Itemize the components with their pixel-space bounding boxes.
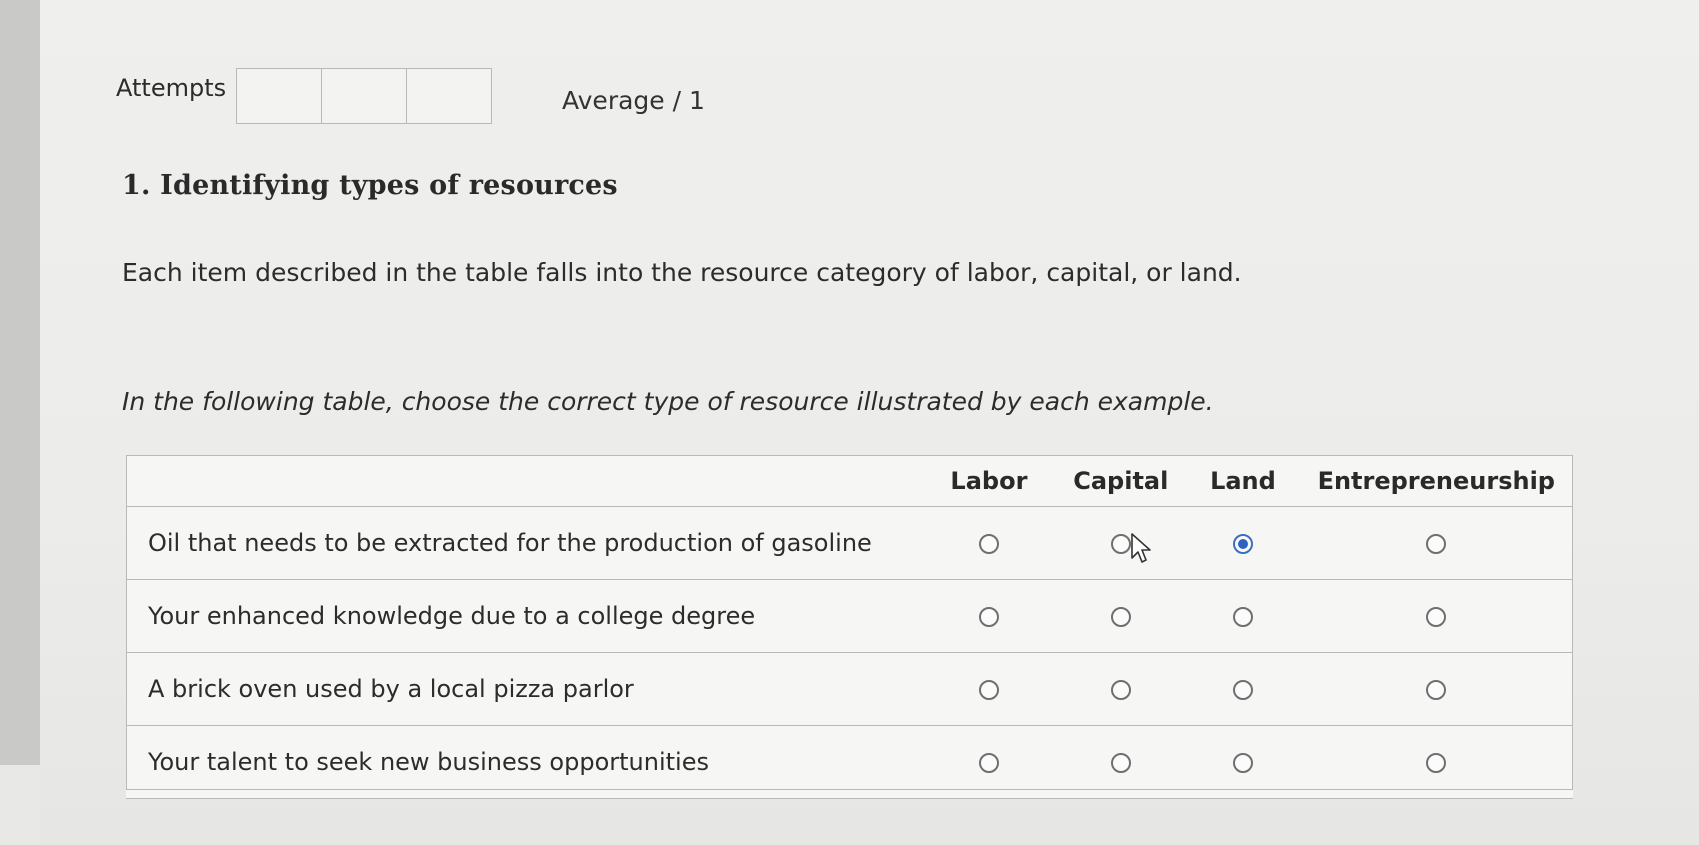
radio-cell-land	[1186, 579, 1300, 653]
radio-labor-row-2[interactable]	[978, 607, 999, 627]
radio-cell-entrepreneurship	[1299, 725, 1573, 799]
radio-labor-row-3[interactable]	[978, 680, 999, 700]
radio-cell-labor	[922, 652, 1056, 726]
row-item-label: Your enhanced knowledge due to a college…	[126, 579, 923, 653]
radio-cell-entrepreneurship	[1299, 506, 1573, 580]
radio-land-row-3[interactable]	[1232, 680, 1253, 700]
question-intro: Each item described in the table falls i…	[122, 258, 1242, 287]
header-labor: Labor	[922, 455, 1056, 507]
radio-land-row-4[interactable]	[1232, 753, 1253, 773]
radio-cell-labor	[922, 579, 1056, 653]
radio-capital-row-2[interactable]	[1110, 607, 1131, 627]
radio-land-row-1[interactable]	[1232, 534, 1253, 554]
header-entrepreneurship: Entrepreneurship	[1299, 455, 1573, 507]
radio-cell-labor	[922, 725, 1056, 799]
radio-cell-land	[1186, 725, 1300, 799]
question-title: 1. Identifying types of resources	[122, 170, 618, 201]
attempt-box-3	[407, 69, 492, 123]
radio-entrepreneurship-row-3[interactable]	[1426, 680, 1447, 700]
attempt-box-2	[322, 69, 408, 123]
row-item-label: Your talent to seek new business opportu…	[126, 725, 923, 799]
table-header-row: Labor Capital Land Entrepreneurship	[126, 455, 1573, 507]
radio-cell-entrepreneurship	[1299, 652, 1573, 726]
left-edge-strip	[0, 0, 40, 765]
radio-cell-labor	[922, 506, 1056, 580]
radio-cell-land	[1186, 652, 1300, 726]
attempt-box-1	[237, 69, 323, 123]
radio-cell-capital	[1055, 652, 1187, 726]
table-row: Your talent to seek new business opportu…	[126, 725, 1573, 799]
mouse-pointer-icon	[1131, 533, 1151, 563]
radio-capital-row-1[interactable]	[1110, 534, 1131, 554]
radio-entrepreneurship-row-4[interactable]	[1426, 753, 1447, 773]
table-row: Your enhanced knowledge due to a college…	[126, 579, 1573, 653]
radio-land-row-2[interactable]	[1232, 607, 1253, 627]
radio-cell-entrepreneurship	[1299, 579, 1573, 653]
radio-cell-capital	[1055, 506, 1187, 580]
radio-cell-capital	[1055, 579, 1187, 653]
radio-entrepreneurship-row-2[interactable]	[1426, 607, 1447, 627]
attempts-label: Attempts	[116, 74, 227, 102]
row-item-label: Oil that needs to be extracted for the p…	[126, 506, 923, 580]
row-item-label: A brick oven used by a local pizza parlo…	[126, 652, 923, 726]
radio-cell-land	[1186, 506, 1300, 580]
header-land: Land	[1186, 455, 1300, 507]
radio-cell-capital	[1055, 725, 1187, 799]
table-row: A brick oven used by a local pizza parlo…	[126, 652, 1573, 726]
attempt-boxes	[236, 68, 493, 124]
radio-capital-row-3[interactable]	[1110, 680, 1131, 700]
radio-capital-row-4[interactable]	[1110, 753, 1131, 773]
header-item	[126, 455, 923, 507]
table-row: Oil that needs to be extracted for the p…	[126, 506, 1573, 580]
radio-entrepreneurship-row-1[interactable]	[1426, 534, 1447, 554]
radio-labor-row-4[interactable]	[978, 753, 999, 773]
resource-table: Labor Capital Land Entrepreneurship Oil …	[126, 455, 1573, 799]
header-capital: Capital	[1055, 455, 1187, 507]
radio-labor-row-1[interactable]	[978, 534, 999, 554]
attempts-row: Attempts	[116, 68, 493, 124]
question-instruction: In the following table, choose the corre…	[122, 387, 1214, 416]
average-score: Average / 1	[562, 86, 705, 115]
